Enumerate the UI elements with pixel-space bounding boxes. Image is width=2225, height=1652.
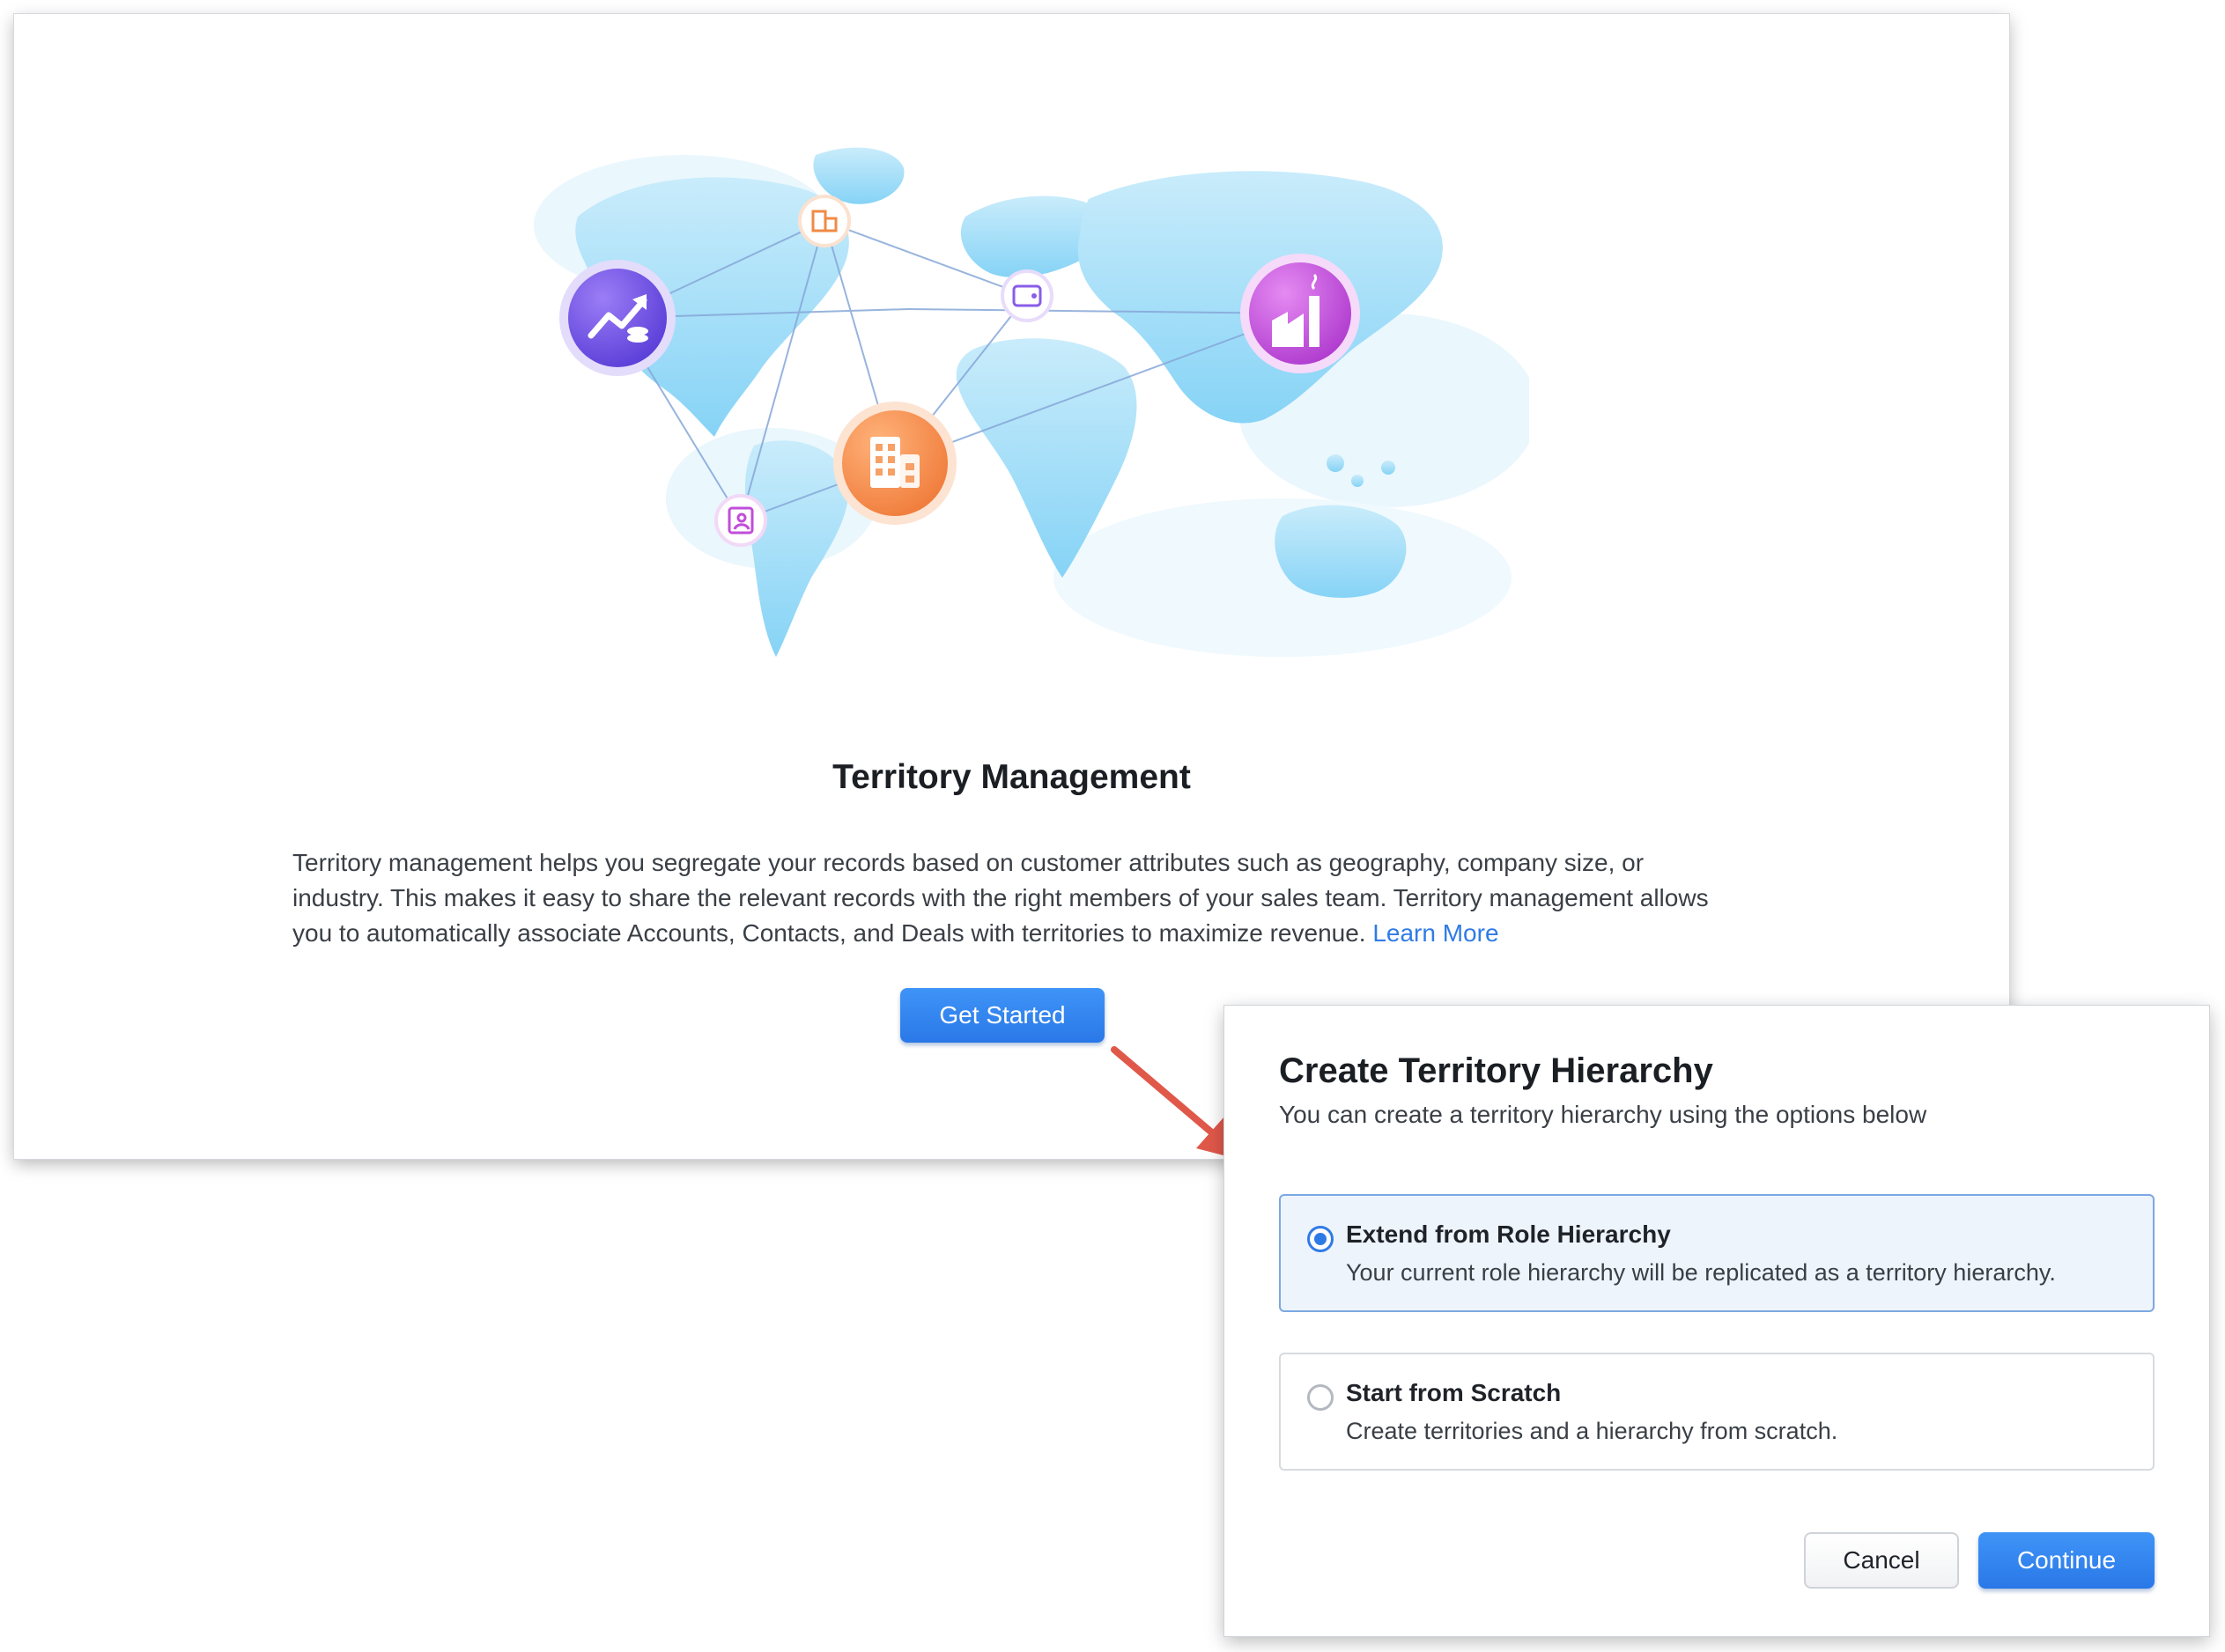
create-territory-hierarchy-dialog: Create Territory Hierarchy You can creat… xyxy=(1224,1006,2209,1636)
revenue-growth-icon xyxy=(559,260,676,376)
radio-button-selected[interactable] xyxy=(1307,1226,1334,1252)
option-label: Start from Scratch xyxy=(1346,1379,1562,1406)
continue-button[interactable]: Continue xyxy=(1978,1532,2155,1589)
cancel-button[interactable]: Cancel xyxy=(1804,1532,1959,1589)
territory-management-page: Territory Management Territory managemen… xyxy=(14,14,2009,1159)
radio-button-unselected[interactable] xyxy=(1307,1384,1334,1411)
description-text: Territory management helps you segregate… xyxy=(292,845,1737,951)
contacts-book-icon xyxy=(714,494,767,547)
option-description: Create territories and a hierarchy from … xyxy=(1346,1418,1838,1444)
option-description: Your current role hierarchy will be repl… xyxy=(1346,1259,2056,1286)
dialog-title: Create Territory Hierarchy xyxy=(1279,1051,1713,1090)
option-start-from-scratch[interactable]: Start from Scratch Create territories an… xyxy=(1279,1353,2155,1471)
option-label: Extend from Role Hierarchy xyxy=(1346,1221,1671,1248)
dialog-subtitle: You can create a territory hierarchy usi… xyxy=(1279,1101,1927,1128)
option-extend-from-role-hierarchy[interactable]: Extend from Role Hierarchy Your current … xyxy=(1279,1194,2155,1312)
learn-more-link[interactable]: Learn More xyxy=(1372,919,1498,947)
office-building-icon xyxy=(833,402,957,525)
wallet-icon xyxy=(1001,269,1053,322)
factory-icon xyxy=(1240,254,1360,373)
continent-australia xyxy=(1275,505,1407,598)
page-title: Territory Management xyxy=(832,758,1191,796)
get-started-button[interactable]: Get Started xyxy=(900,988,1105,1043)
buildings-icon xyxy=(798,195,851,247)
world-map-illustration xyxy=(534,147,1529,657)
